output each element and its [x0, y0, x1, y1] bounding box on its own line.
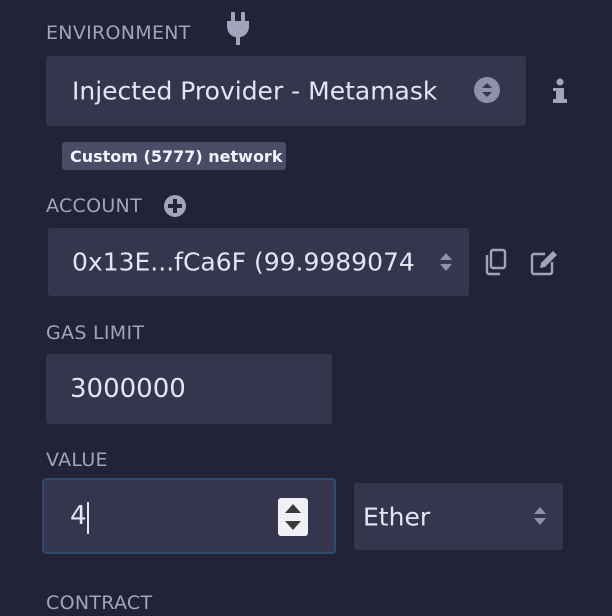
unit-chevron-updown-icon [532, 504, 548, 528]
gas-limit-label: GAS LIMIT [46, 322, 145, 344]
chevron-updown-icon [474, 77, 500, 103]
value-unit-select[interactable]: Ether [354, 483, 563, 550]
spinner-down-icon[interactable] [285, 521, 301, 530]
account-select[interactable]: 0x13E...fCa6F (99.9989074 [48, 228, 469, 296]
value-amount-text: 4 [70, 501, 87, 531]
info-icon[interactable] [553, 78, 567, 104]
copy-icon[interactable] [483, 248, 509, 276]
value-amount-input[interactable]: 4 [42, 478, 336, 554]
value-spinner[interactable] [278, 498, 308, 536]
plus-circle-icon[interactable] [163, 194, 187, 218]
environment-label: ENVIRONMENT [46, 22, 191, 44]
account-label: ACCOUNT [46, 195, 142, 217]
value-label: VALUE [46, 449, 108, 471]
network-badge: Custom (5777) network [62, 142, 286, 170]
edit-icon[interactable] [530, 248, 560, 276]
gas-limit-input[interactable]: 3000000 [46, 354, 332, 424]
text-cursor [87, 502, 89, 534]
network-badge-text: Custom (5777) network [70, 147, 283, 166]
environment-select[interactable]: Injected Provider - Metamask [46, 56, 526, 126]
environment-select-value: Injected Provider - Metamask [72, 76, 438, 106]
value-unit-text: Ether [363, 502, 431, 531]
account-chevron-updown-icon [438, 250, 454, 274]
contract-label: CONTRACT [46, 592, 153, 614]
account-select-value: 0x13E...fCa6F (99.9989074 [72, 247, 415, 277]
gas-limit-value: 3000000 [70, 374, 186, 404]
plug-icon [227, 12, 249, 45]
spinner-up-icon[interactable] [285, 504, 301, 513]
